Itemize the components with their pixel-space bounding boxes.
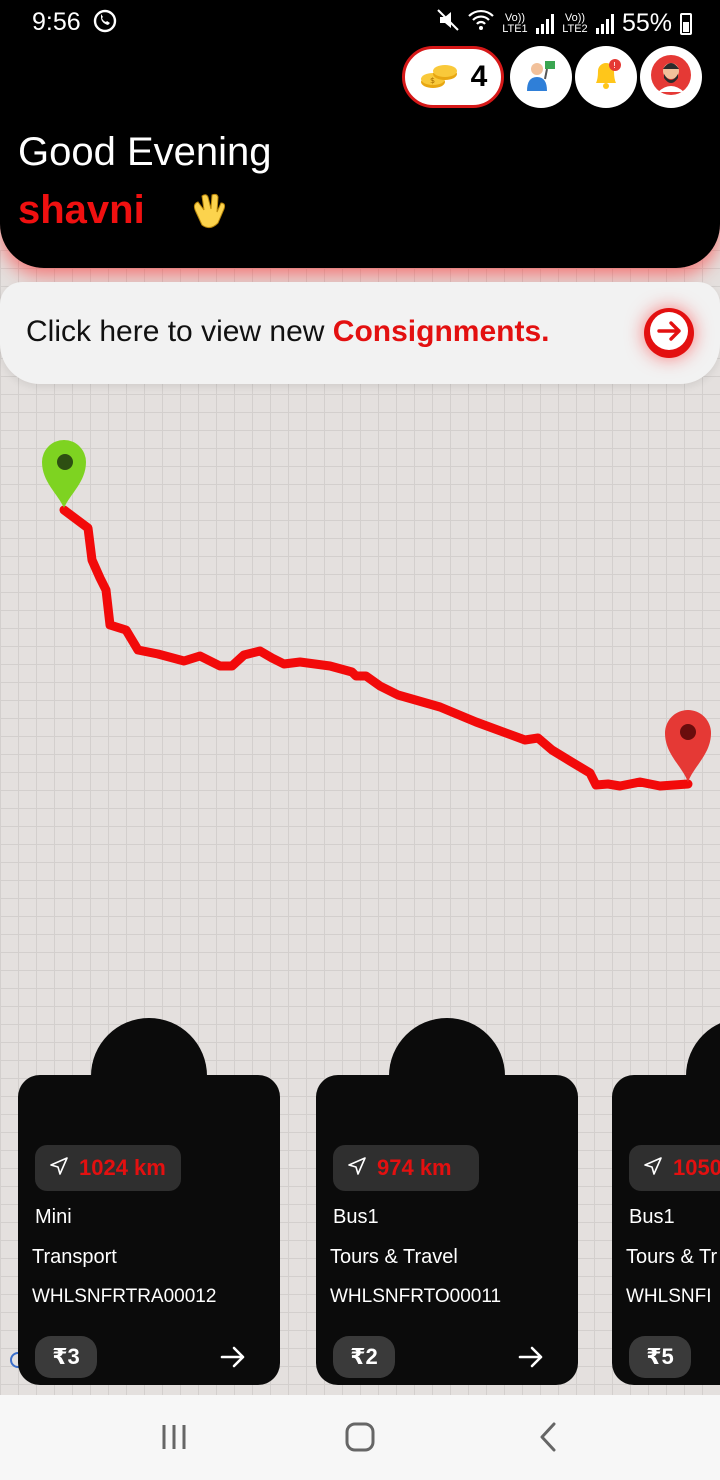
arrow-right-icon[interactable] xyxy=(220,1345,246,1374)
vehicle-category: Tours & Travel xyxy=(330,1246,458,1268)
svg-text:$: $ xyxy=(430,76,435,85)
navigation-arrow-icon xyxy=(49,1156,69,1181)
profile-avatar[interactable] xyxy=(640,46,702,108)
vehicle-card[interactable]: 974 km Bus1 Tours & Travel WHLSNFRTO0001… xyxy=(316,1075,578,1385)
status-time: 9:56 xyxy=(32,8,81,36)
coins-count: 4 xyxy=(470,60,488,93)
header: 9:56 Vo)) LTE1 Vo)) LTE2 55% $ 4 ! Good … xyxy=(0,0,720,268)
coins-button[interactable]: $ 4 xyxy=(402,46,504,108)
banner-text-prefix: Click here to view new xyxy=(26,315,333,348)
vehicle-code: WHLSNFRTRA00012 xyxy=(32,1286,217,1307)
svg-text:!: ! xyxy=(613,61,616,70)
mute-icon xyxy=(436,8,460,39)
price-badge: ₹3 xyxy=(35,1336,97,1378)
wifi-icon xyxy=(468,9,494,38)
whatsapp-icon xyxy=(92,8,118,41)
navigation-arrow-icon xyxy=(347,1156,367,1181)
coins-icon: $ xyxy=(419,60,459,95)
vehicle-code: WHLSNFRTO00011 xyxy=(330,1286,502,1307)
vehicle-name: Bus1 xyxy=(333,1206,379,1228)
system-nav-bar xyxy=(0,1395,720,1480)
support-button[interactable] xyxy=(510,46,572,108)
price-badge: ₹2 xyxy=(333,1336,395,1378)
status-icons: Vo)) LTE1 Vo)) LTE2 55% xyxy=(436,8,692,39)
notifications-button[interactable]: ! xyxy=(575,46,637,108)
distance-pill: 1024 km xyxy=(35,1145,181,1191)
sim2-label: Vo)) LTE2 xyxy=(562,11,588,35)
vehicle-name: Mini xyxy=(35,1206,72,1228)
consignments-arrow-button[interactable] xyxy=(644,308,694,358)
distance-pill: 974 km xyxy=(333,1145,479,1191)
person-sign-icon xyxy=(523,57,559,98)
battery-icon xyxy=(680,12,692,35)
home-icon[interactable] xyxy=(344,1421,376,1458)
arrow-right-icon[interactable] xyxy=(518,1345,544,1374)
waving-hand-icon xyxy=(186,190,230,239)
signal-bars-icon xyxy=(595,13,614,34)
recent-apps-icon[interactable] xyxy=(160,1421,188,1458)
bell-icon: ! xyxy=(588,57,624,98)
banner-text: Click here to view new Consignments. xyxy=(26,315,549,349)
back-icon[interactable] xyxy=(536,1421,560,1458)
greeting-text: Good Evening xyxy=(18,130,272,174)
vehicle-category: Transport xyxy=(32,1246,117,1268)
signal-bars-icon xyxy=(535,13,554,34)
distance-value: 1024 km xyxy=(79,1155,166,1180)
distance-value: 974 km xyxy=(377,1155,452,1180)
battery-percent: 55% xyxy=(621,9,672,37)
vehicle-card[interactable]: 1024 km Mini Transport WHLSNFRTRA00012 ₹… xyxy=(18,1075,280,1385)
username: shavni xyxy=(18,188,145,232)
end-pin-icon xyxy=(665,710,711,782)
start-pin-icon xyxy=(42,440,86,508)
sim1-label: Vo)) LTE1 xyxy=(502,11,528,35)
consignments-banner[interactable]: Click here to view new Consignments. xyxy=(0,282,720,384)
arrow-right-icon xyxy=(647,309,691,358)
route-line xyxy=(59,505,693,791)
banner-text-highlight: Consignments. xyxy=(332,315,550,348)
avatar-icon xyxy=(650,54,692,101)
